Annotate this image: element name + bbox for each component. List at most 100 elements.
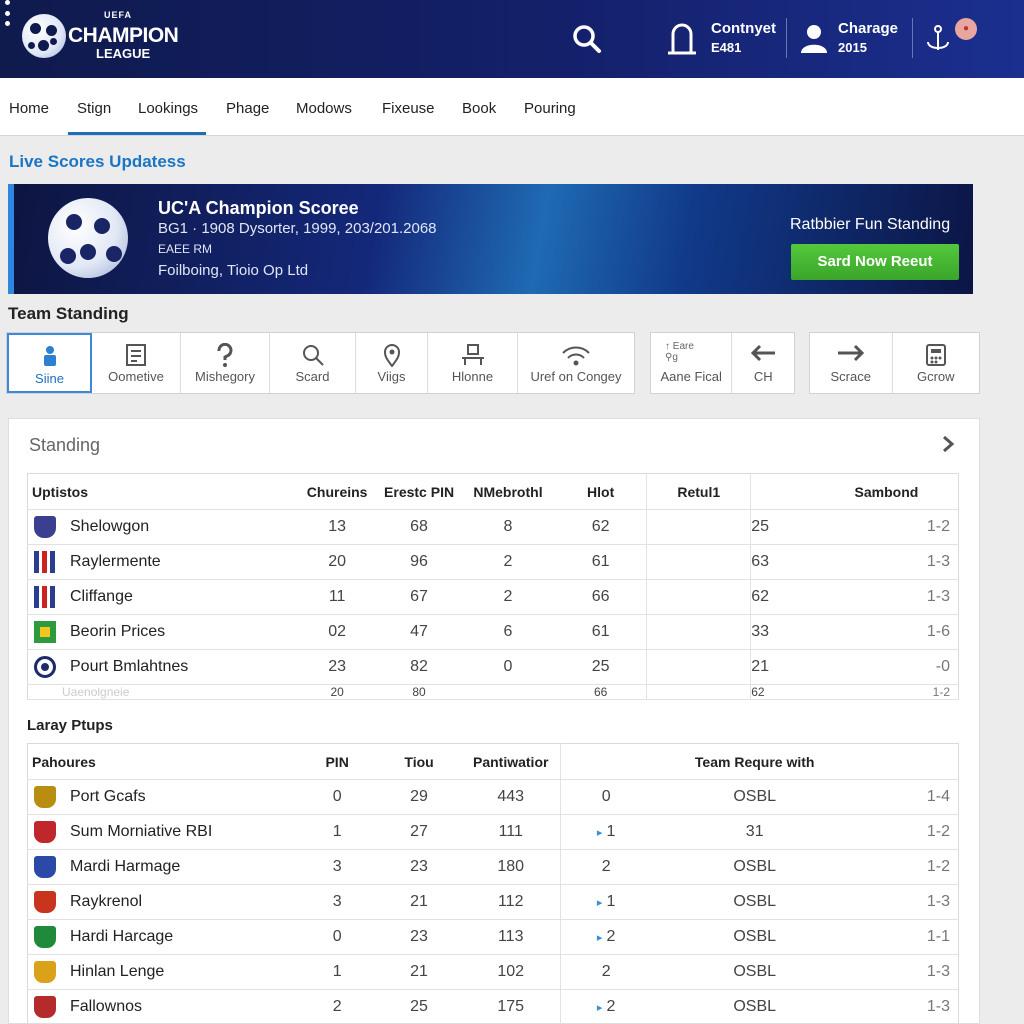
table-row[interactable]: Hardi Harcage 0 23 113 ▸ 2 OSBL 1-1 [27,919,959,955]
expand-arrow-icon[interactable]: ▸ [597,1002,603,1014]
user-icon [801,25,827,53]
column-header[interactable]: Erestc PIN [377,473,462,510]
column-header[interactable]: PIN [297,743,378,780]
location-pin-icon [383,344,400,367]
top-header: UEFA CHAMPION LEAGUE Contnyet E481 Chara… [0,0,1024,78]
nav-item-stign[interactable]: Stign [77,100,111,117]
tab-label: Hlonne [451,369,494,384]
table-row[interactable]: Beorin Prices 02 47 6 61 33 1-6 [27,614,959,650]
tab-label: Scard [295,369,330,384]
team-name: Sum Morniative RBI [70,823,213,840]
chevron-right-icon[interactable] [941,435,955,453]
column-header[interactable]: Retul1 [646,473,752,510]
team-name: Raylermente [70,553,161,570]
column-header[interactable]: Pahoures [27,743,298,780]
nav-item-pouring[interactable]: Pouring [524,100,576,117]
column-header[interactable] [560,743,651,780]
column-header[interactable] [750,473,855,510]
arrow-right-icon [837,344,864,362]
tab-siine[interactable]: Siine [7,333,92,393]
table-cell: 47 [377,614,462,650]
team-crest-icon [34,621,56,643]
column-header[interactable]: Team Requre with [650,743,859,780]
table-cell: 2 [297,989,378,1024]
tab-gcrow[interactable]: Gcrow [893,333,979,393]
table-row[interactable]: Mardi Harmage 3 23 180 2 OSBL 1-2 [27,849,959,885]
nav-item-phage[interactable]: Phage [226,100,269,117]
table-row[interactable]: Port Gcafs 0 29 443 0 OSBL 1-4 [27,779,959,815]
column-header[interactable]: NMebrothl [461,473,555,510]
table-cell: 13 [297,509,378,545]
tab-scrace[interactable]: Scrace [810,333,893,393]
user-year: 2015 [838,40,867,55]
anchor-icon[interactable] [924,24,952,54]
banner-details: BG1 · 1908 Dysorter, 1999, 203/201.2068 [158,220,437,237]
expand-arrow-icon[interactable]: ▸ [597,932,603,944]
more-menu-icon[interactable] [0,0,14,26]
table-cell: 1-1 [858,919,959,955]
team-crest-icon [34,961,56,983]
table-row[interactable]: Fallownos 2 25 175 ▸ 2 OSBL 1-3 [27,989,959,1024]
pavilion-icon [668,23,696,55]
logo-subtitle: LEAGUE [96,46,151,61]
user-account-button[interactable]: Charage 2015 [798,18,908,60]
send-now-button[interactable]: Sard Now Reeut [791,244,959,280]
tab-aane-fical[interactable]: ↑ Eare ⚲g Aane Fical [651,333,733,393]
table-cell: 23 [377,849,461,885]
expand-arrow-icon[interactable]: ▸ [597,897,603,909]
tab-viigs[interactable]: Viigs [356,333,428,393]
nav-item-fixeuse[interactable]: Fixeuse [382,100,435,117]
table-cell: 2 [601,963,611,980]
table-row[interactable]: Cliffange 11 67 2 66 62 1-3 [27,579,959,615]
nav-item-book[interactable]: Book [462,100,496,117]
tab-scard[interactable]: Scard [270,333,356,393]
column-header[interactable]: Sambond [854,473,959,510]
table-cell: 1-2 [858,814,959,850]
nav-item-home[interactable]: Home [9,100,49,117]
nav-item-lookings[interactable]: Lookings [138,100,198,117]
tab-hlonne[interactable]: Hlonne [428,333,518,393]
column-header[interactable]: Hlot [554,473,648,510]
champions-league-logo[interactable]: UEFA CHAMPION LEAGUE [22,10,192,66]
tab-ch[interactable]: CH [732,333,794,393]
column-header[interactable]: Pantiwatior [461,743,562,780]
expand-arrow-icon[interactable]: ▸ [597,827,603,839]
table-cell: OSBL [650,884,859,920]
table-row[interactable]: Pourt Bmlahtnes 23 82 0 25 21 -0 [27,649,959,685]
notification-badge[interactable]: ● [955,18,977,40]
filter-tabs-tertiary: Scrace Gcrow [809,332,980,394]
table-row[interactable]: Raylermente 20 96 2 61 63 1-3 [27,544,959,580]
table-cell: 1-6 [854,614,959,650]
table-cell: 31 [650,814,859,850]
column-header[interactable]: Uptistos [27,473,298,510]
table-cell: OSBL [650,989,859,1024]
team-crest-icon [34,821,56,843]
table-cell: 3 [297,884,378,920]
column-header[interactable] [858,743,959,780]
table-cell: 102 [461,954,562,990]
table-cell: 1-3 [858,989,959,1024]
table-row[interactable]: Shelowgon 13 68 8 62 25 1-2 [27,509,959,545]
tab-uref-on-congey[interactable]: Uref on Congey [518,333,634,393]
nav-item-modows[interactable]: Modows [296,100,352,117]
table-row[interactable]: Raykrenol 3 21 112 ▸ 1 OSBL 1-3 [27,884,959,920]
table-cell: 80 [377,684,462,700]
table-cell: OSBL [650,849,859,885]
table-cell: 1-2 [854,684,959,700]
person-icon [43,346,56,366]
table-row[interactable]: Sum Morniative RBI 1 27 111 ▸ 1 31 1-2 [27,814,959,850]
banner-promo-text: Ratbbier Fun Standing [790,216,951,233]
table-cell: 1-3 [854,579,959,615]
table-cell: 62 [554,509,648,545]
table-cell: 0 [297,779,378,815]
table-cell: OSBL [650,919,859,955]
header-divider [786,18,787,58]
team-name: Port Gcafs [70,788,146,805]
table-row[interactable]: Hinlan Lenge 1 21 102 2 OSBL 1-3 [27,954,959,990]
column-header[interactable]: Chureins [297,473,378,510]
column-header[interactable]: Tiou [377,743,461,780]
search-icon[interactable] [572,24,602,54]
tab-mishegory[interactable]: Mishegory [181,333,270,393]
contact-button[interactable]: Contnyet E481 [665,18,780,60]
tab-oometive[interactable]: Oometive [92,333,181,393]
